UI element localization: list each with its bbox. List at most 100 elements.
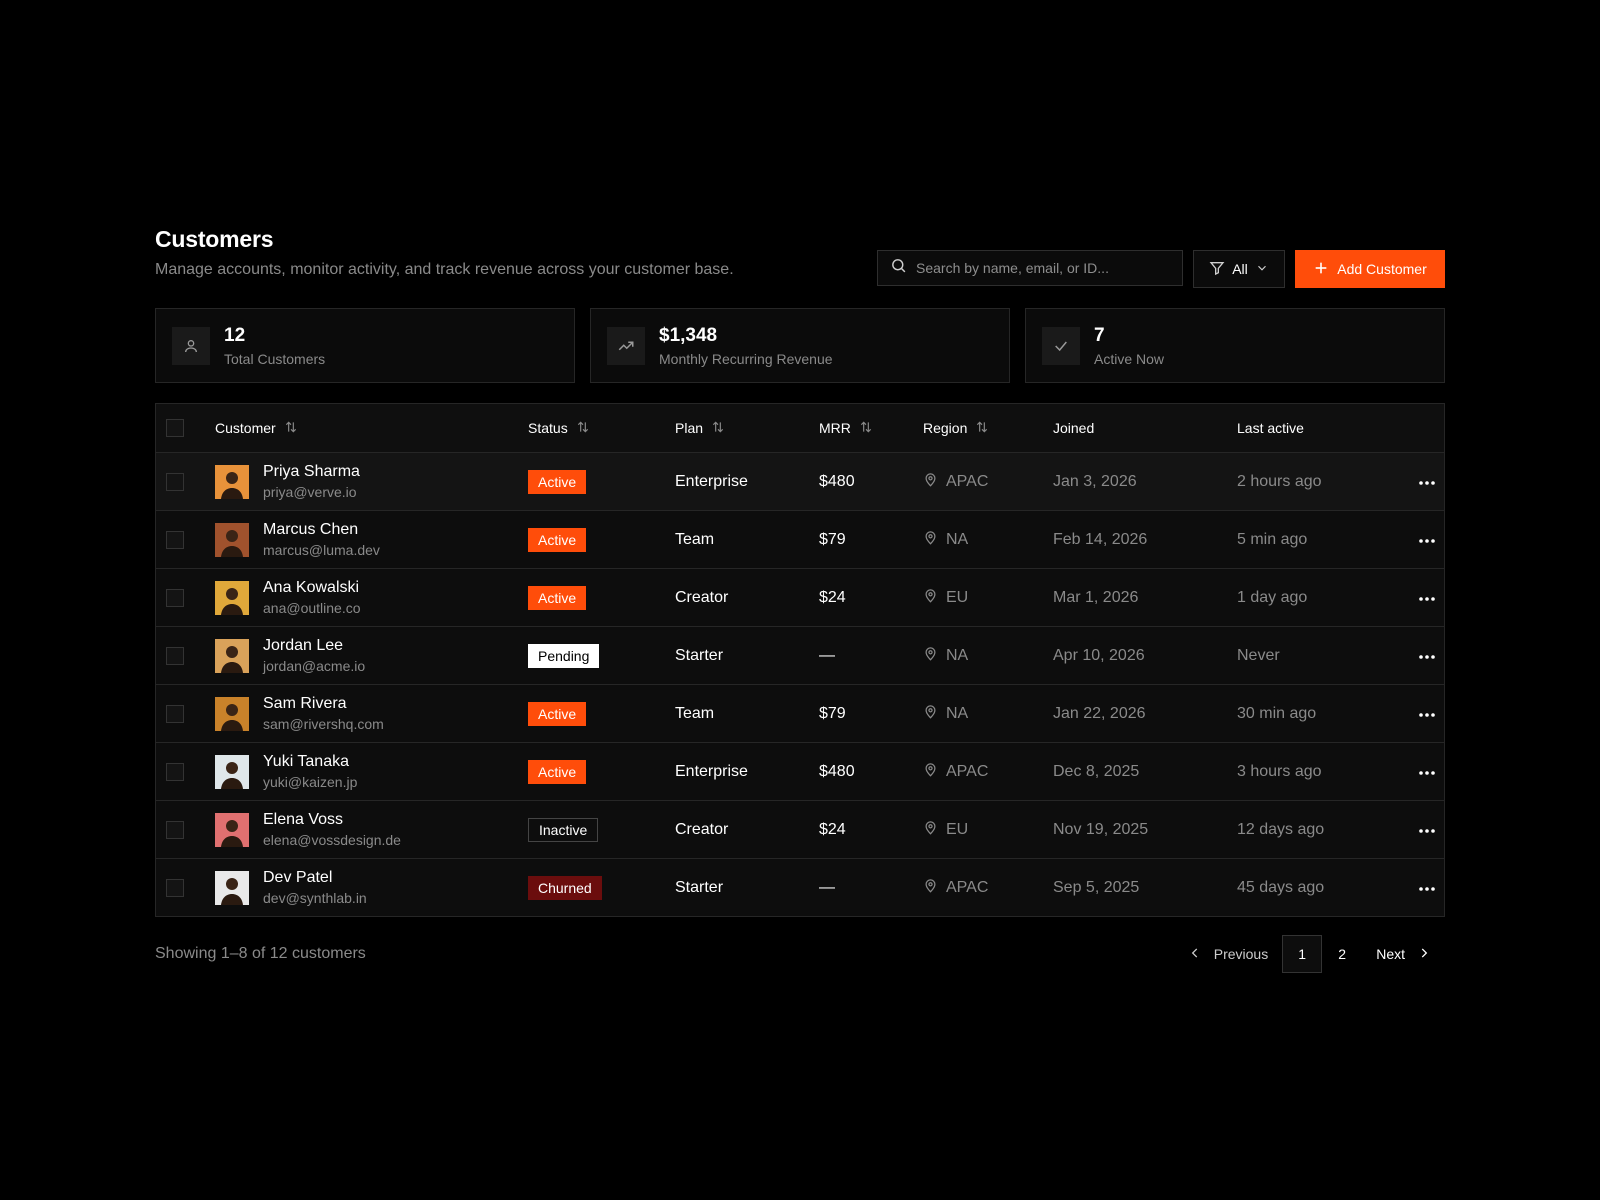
more-options-icon[interactable]	[1414, 759, 1440, 785]
table-row[interactable]: Ana Kowalski ana@outline.co Active Creator $…	[156, 568, 1444, 626]
joined-cell: Dec 8, 2025	[1053, 762, 1140, 780]
filter-dropdown[interactable]: All	[1193, 250, 1285, 288]
customer-cell: Jordan Lee jordan@acme.io	[215, 627, 365, 684]
sort-icon	[284, 420, 298, 437]
trending-up-icon	[607, 326, 645, 365]
joined-cell: Feb 14, 2026	[1053, 530, 1148, 548]
last-active-cell: 5 min ago	[1237, 530, 1308, 548]
table-row[interactable]: Yuki Tanaka yuki@kaizen.jp Active Enterpris…	[156, 742, 1444, 800]
search-input[interactable]	[916, 260, 1166, 276]
region-label: EU	[946, 588, 969, 606]
customers-page: Customers Manage accounts, monitor activ…	[155, 218, 1445, 995]
region-cell: APAC	[923, 859, 988, 916]
plan-cell: Enterprise	[675, 472, 748, 490]
row-checkbox[interactable]	[166, 588, 184, 607]
row-checkbox[interactable]	[166, 878, 184, 897]
table-row[interactable]: Dev Patel dev@synthlab.in Churned Starter — A…	[156, 858, 1444, 916]
customer-email: jordan@acme.io	[263, 658, 366, 674]
joined-cell: Jan 3, 2026	[1053, 472, 1137, 490]
region-label: APAC	[946, 762, 989, 780]
avatar	[215, 870, 249, 905]
region-label: APAC	[946, 878, 989, 896]
table-row[interactable]: Marcus Chen marcus@luma.dev Active Team $79 N…	[156, 510, 1444, 568]
row-checkbox[interactable]	[166, 472, 184, 491]
column-header-status[interactable]: Status	[528, 404, 590, 452]
plan-cell: Starter	[675, 646, 724, 664]
more-options-icon[interactable]	[1414, 875, 1440, 901]
map-pin-icon	[923, 878, 938, 898]
more-options-icon[interactable]	[1414, 585, 1440, 611]
select-all-checkbox[interactable]	[166, 419, 184, 437]
more-options-icon[interactable]	[1414, 701, 1440, 727]
stat-value: $1,348	[659, 324, 718, 346]
last-active-cell: 1 day ago	[1237, 588, 1308, 606]
customer-name: Marcus Chen	[263, 521, 359, 538]
joined-cell: Mar 1, 2026	[1053, 588, 1139, 606]
table-row[interactable]: Sam Rivera sam@rivershq.com Active Team $79 N…	[156, 684, 1444, 742]
last-active-cell: 45 days ago	[1237, 878, 1325, 896]
region-cell: APAC	[923, 743, 988, 800]
page-title: Customers	[155, 226, 274, 252]
region-cell: NA	[923, 511, 968, 568]
pagination: Previous 1 2 Next	[1174, 935, 1445, 973]
customer-name: Ana Kowalski	[263, 579, 360, 596]
page-2-button[interactable]: 2	[1322, 935, 1362, 973]
map-pin-icon	[923, 762, 938, 782]
stat-card-active-now: 7 Active Now	[1025, 308, 1445, 383]
next-page-button[interactable]: Next	[1362, 935, 1445, 973]
table-header: Customer Status Plan MRR Region Joined L…	[156, 404, 1444, 452]
row-checkbox[interactable]	[166, 762, 184, 781]
region-cell: EU	[923, 801, 968, 858]
customer-cell: Dev Patel dev@synthlab.in	[215, 859, 367, 916]
status-badge: Churned	[528, 875, 602, 900]
table-row[interactable]: Elena Voss elena@vossdesign.de Inactive Cre…	[156, 800, 1444, 858]
customer-email: elena@vossdesign.de	[263, 832, 401, 848]
region-cell: NA	[923, 627, 968, 684]
plan-cell: Team	[675, 530, 715, 548]
row-checkbox[interactable]	[166, 646, 184, 665]
column-header-plan[interactable]: Plan	[675, 404, 725, 452]
sort-icon	[859, 420, 873, 437]
more-options-icon[interactable]	[1414, 643, 1440, 669]
table-row[interactable]: Jordan Lee jordan@acme.io Pending Starter — N…	[156, 626, 1444, 684]
pagination-summary: Showing 1–8 of 12 customers	[155, 945, 366, 962]
joined-cell: Jan 22, 2026	[1053, 704, 1146, 722]
region-label: NA	[946, 704, 969, 722]
more-options-icon[interactable]	[1414, 817, 1440, 843]
column-header-joined: Joined	[1053, 420, 1095, 436]
customer-email: sam@rivershq.com	[263, 716, 384, 732]
user-icon	[172, 326, 210, 365]
customer-name: Jordan Lee	[263, 637, 344, 654]
region-label: NA	[946, 530, 969, 548]
plan-cell: Starter	[675, 878, 724, 896]
customer-name: Dev Patel	[263, 869, 333, 886]
customer-cell: Marcus Chen marcus@luma.dev	[215, 511, 380, 568]
row-checkbox[interactable]	[166, 530, 184, 549]
column-header-mrr[interactable]: MRR	[819, 404, 873, 452]
customer-name: Sam Rivera	[263, 695, 347, 712]
page-header: Customers Manage accounts, monitor activ…	[155, 226, 1445, 302]
column-header-customer[interactable]: Customer	[215, 404, 298, 452]
search-box[interactable]	[877, 250, 1183, 286]
more-options-icon[interactable]	[1414, 469, 1440, 495]
plan-cell: Team	[675, 704, 715, 722]
table-row[interactable]: Priya Sharma priya@verve.io Active Enterpri…	[156, 452, 1444, 510]
add-customer-label: Add Customer	[1337, 261, 1427, 277]
header-controls: All Add Customer	[877, 250, 1445, 288]
customer-cell: Priya Sharma priya@verve.io	[215, 453, 360, 510]
more-options-icon[interactable]	[1414, 527, 1440, 553]
customers-table: Customer Status Plan MRR Region Joined L…	[155, 403, 1445, 917]
add-customer-button[interactable]: Add Customer	[1295, 250, 1445, 288]
column-header-region[interactable]: Region	[923, 404, 989, 452]
stat-value: 12	[224, 324, 246, 346]
mrr-cell: $24	[819, 820, 846, 838]
avatar	[215, 522, 249, 557]
region-cell: NA	[923, 685, 968, 742]
stat-value: 7	[1094, 324, 1105, 346]
previous-page-button[interactable]: Previous	[1174, 935, 1282, 973]
filter-icon	[1209, 260, 1225, 279]
row-checkbox[interactable]	[166, 704, 184, 723]
row-checkbox[interactable]	[166, 820, 184, 839]
customer-cell: Yuki Tanaka yuki@kaizen.jp	[215, 743, 357, 800]
page-1-button[interactable]: 1	[1282, 935, 1323, 973]
